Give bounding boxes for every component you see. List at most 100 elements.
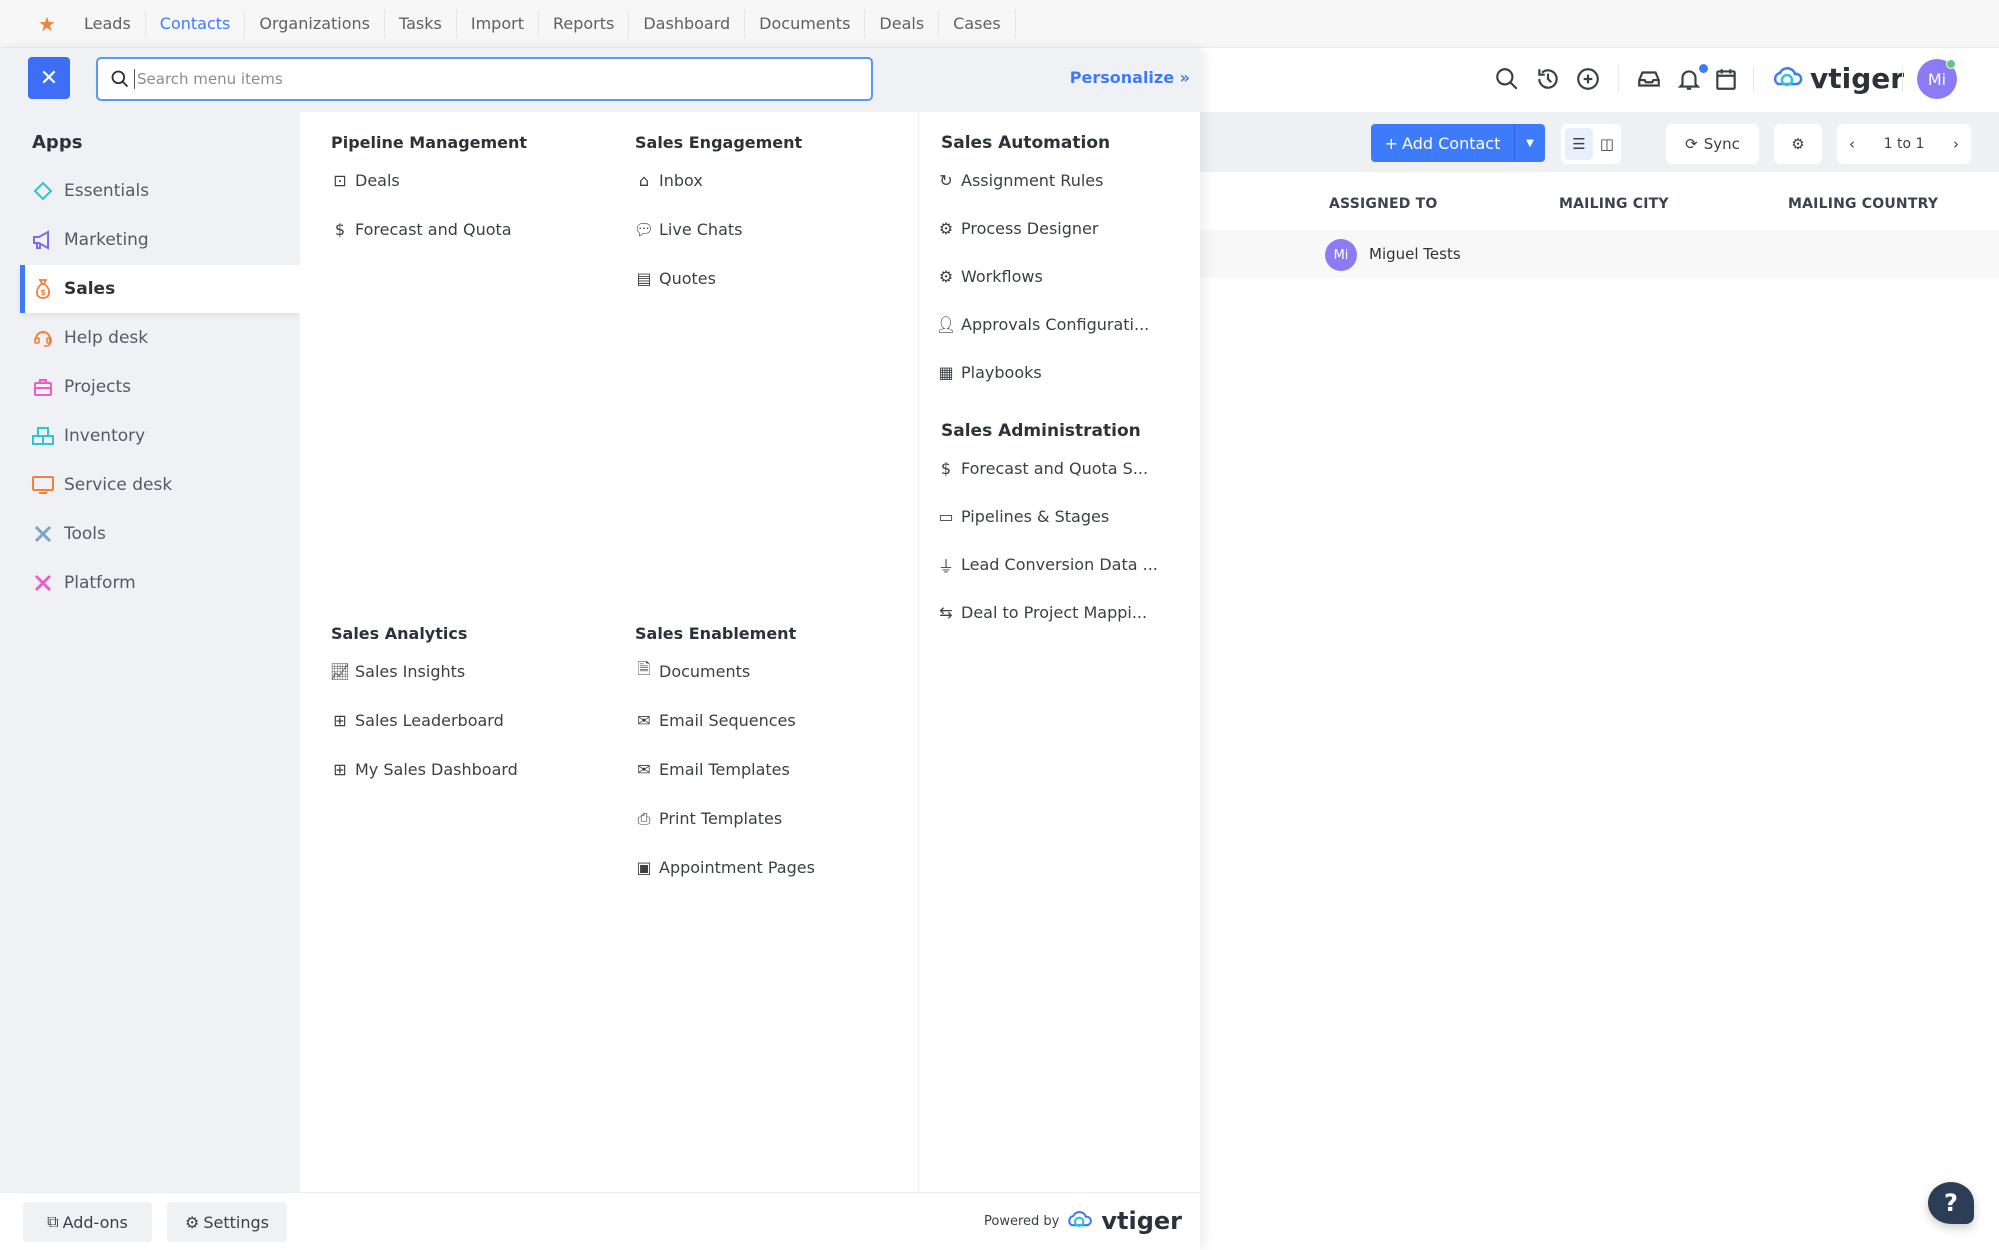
menu-item-sales-insights[interactable]: 📈︎ Sales Insights bbox=[330, 662, 465, 681]
cloud-logo-icon bbox=[1068, 1211, 1093, 1228]
tab-leads[interactable]: Leads bbox=[70, 9, 146, 38]
menu-item-live-chats[interactable]: 💬︎ Live Chats bbox=[634, 220, 743, 239]
tab-cases[interactable]: Cases bbox=[939, 9, 1016, 38]
tab-import[interactable]: Import bbox=[457, 9, 539, 38]
help-button[interactable]: ? bbox=[1928, 1182, 1974, 1224]
menu-item-forecast-and-quota[interactable]: $ Forecast and Quota bbox=[331, 220, 512, 239]
menu-item-label: Approvals Configurati... bbox=[961, 315, 1150, 334]
sync-icon: ⟳ bbox=[1685, 135, 1698, 153]
add-contact-button[interactable]: + Add Contact ▼ bbox=[1371, 124, 1545, 162]
menu-item-label: Print Templates bbox=[659, 809, 783, 828]
menu-item-workflows[interactable]: ⚙ Workflows bbox=[937, 267, 1043, 286]
menu-item-documents[interactable]: 🗎︎ Documents bbox=[635, 659, 751, 681]
add-ons-button[interactable]: ⧉ Add-ons bbox=[23, 1202, 152, 1242]
megaphone-icon bbox=[32, 229, 54, 251]
sidebar-item-projects[interactable]: Projects bbox=[20, 363, 300, 411]
sidebar-item-tools[interactable]: Tools bbox=[20, 510, 300, 558]
menu-search-input[interactable] bbox=[134, 69, 871, 89]
menu-item-label: Email Templates bbox=[659, 760, 790, 779]
section-title-pipeline-management: Pipeline Management bbox=[331, 133, 528, 152]
tab-contacts[interactable]: Contacts bbox=[146, 9, 246, 38]
menu-item-quotes[interactable]: ▤ Quotes bbox=[635, 269, 716, 288]
menu-item-lead-conversion-data[interactable]: ⏚ Lead Conversion Data ... bbox=[937, 555, 1158, 576]
apps-sidebar: Apps Essentials Marketing $ Sales Help d… bbox=[0, 112, 300, 1192]
sync-button[interactable]: ⟳ Sync bbox=[1666, 124, 1759, 164]
apps-menu-overlay: ✕ Personalize » Apps Essentials Marketin… bbox=[0, 48, 1200, 1250]
menu-item-sales-leaderboard[interactable]: ⊞ Sales Leaderboard bbox=[331, 711, 503, 730]
column-header-assigned-to[interactable]: ASSIGNED TO bbox=[1329, 196, 1438, 212]
sidebar-item-platform[interactable]: Platform bbox=[20, 559, 300, 607]
add-options-dropdown[interactable]: ▼ bbox=[1515, 138, 1545, 149]
tab-deals[interactable]: Deals bbox=[865, 9, 940, 38]
tab-documents[interactable]: Documents bbox=[745, 9, 866, 38]
personalize-label: Personalize bbox=[1069, 68, 1175, 87]
forecast-icon: $ bbox=[940, 459, 952, 478]
menu-item-process-designer[interactable]: ⚙ Process Designer bbox=[937, 219, 1099, 238]
settings-button[interactable]: ⚙ Settings bbox=[167, 1202, 287, 1242]
sidebar-item-label: Projects bbox=[64, 377, 132, 397]
menu-item-my-sales-dashboard[interactable]: ⊞ My Sales Dashboard bbox=[331, 760, 518, 779]
email-sequence-icon: ✉ bbox=[637, 711, 651, 730]
tab-dashboard[interactable]: Dashboard bbox=[629, 9, 746, 38]
sidebar-item-label: Platform bbox=[64, 573, 136, 593]
menu-item-label: Email Sequences bbox=[659, 711, 796, 730]
sidebar-item-label: Sales bbox=[64, 279, 116, 299]
gears-icon: ⚙ bbox=[1791, 135, 1805, 153]
apps-title: Apps bbox=[32, 132, 83, 153]
settings-gears-button[interactable]: ⚙ bbox=[1774, 124, 1822, 164]
gear-icon: ⚙ bbox=[185, 1212, 200, 1232]
menu-item-deals[interactable]: ⊡ Deals bbox=[331, 171, 399, 190]
sidebar-item-sales[interactable]: $ Sales bbox=[20, 265, 300, 313]
deal-bag-icon: ⊡ bbox=[333, 171, 347, 190]
kanban-view-icon[interactable]: ◫ bbox=[1593, 128, 1621, 160]
sidebar-item-service-desk[interactable]: Service desk bbox=[20, 461, 300, 509]
bell-icon[interactable] bbox=[1676, 66, 1702, 92]
add-circle-icon[interactable] bbox=[1575, 66, 1601, 92]
menu-item-email-templates[interactable]: ✉ Email Templates bbox=[635, 760, 790, 779]
next-page-icon[interactable]: › bbox=[1953, 135, 1959, 153]
calendar-icon[interactable] bbox=[1713, 66, 1739, 92]
menu-item-appointment-pages[interactable]: ▣ Appointment Pages bbox=[635, 858, 814, 877]
cloud-logo-icon bbox=[1773, 66, 1803, 86]
assigned-to-cell[interactable]: Miguel Tests bbox=[1369, 245, 1461, 263]
menu-item-label: Documents bbox=[659, 662, 751, 681]
menu-item-assignment-rules[interactable]: ↻ Assignment Rules bbox=[937, 171, 1103, 190]
column-header-mailing-city[interactable]: MAILING CITY bbox=[1559, 196, 1669, 212]
calendar-icon: ▣ bbox=[636, 858, 652, 877]
star-icon[interactable]: ★ bbox=[38, 12, 62, 36]
sidebar-item-marketing[interactable]: Marketing bbox=[20, 216, 300, 264]
footer-brand: vtiger bbox=[1101, 1207, 1182, 1235]
view-toggle: ☰ ◫ bbox=[1561, 124, 1621, 164]
tab-organizations[interactable]: Organizations bbox=[245, 9, 385, 38]
history-icon[interactable] bbox=[1535, 66, 1561, 92]
sidebar-item-inventory[interactable]: Inventory bbox=[20, 412, 300, 460]
menu-item-deal-to-project-mapping[interactable]: ⇆ Deal to Project Mappi... bbox=[937, 603, 1147, 622]
list-view-icon[interactable]: ☰ bbox=[1565, 128, 1593, 160]
tab-tasks[interactable]: Tasks bbox=[385, 9, 457, 38]
menu-item-forecast-quota-settings[interactable]: $ Forecast and Quota S... bbox=[937, 459, 1148, 478]
sidebar-item-help-desk[interactable]: Help desk bbox=[20, 314, 300, 362]
menu-item-label: Workflows bbox=[961, 267, 1043, 286]
sidebar-item-essentials[interactable]: Essentials bbox=[20, 167, 300, 215]
tab-reports[interactable]: Reports bbox=[539, 9, 630, 38]
mapping-icon: ⇆ bbox=[939, 603, 953, 622]
section-title-sales-enablement: Sales Enablement bbox=[635, 624, 797, 643]
column-header-mailing-country[interactable]: MAILING COUNTRY bbox=[1788, 196, 1938, 212]
sidebar-item-label: Service desk bbox=[64, 475, 173, 495]
menu-item-print-templates[interactable]: ⎙ Print Templates bbox=[635, 809, 783, 829]
menu-item-approvals-configuration[interactable]: 👤︎ Approvals Configurati... bbox=[936, 315, 1150, 334]
close-menu-button[interactable]: ✕ bbox=[28, 57, 70, 99]
search-icon[interactable] bbox=[1494, 66, 1520, 92]
menu-item-inbox[interactable]: ⌂ Inbox bbox=[635, 171, 703, 190]
menu-item-label: Deal to Project Mappi... bbox=[961, 603, 1148, 622]
inbox-icon[interactable] bbox=[1636, 66, 1662, 92]
menu-item-playbooks[interactable]: ▦ Playbooks bbox=[937, 363, 1041, 382]
personalize-link[interactable]: Personalize » bbox=[1070, 68, 1190, 87]
menu-item-email-sequences[interactable]: ✉ Email Sequences bbox=[635, 711, 796, 730]
table-row[interactable] bbox=[1200, 230, 1999, 278]
vtiger-logo[interactable]: vtiger bbox=[1770, 62, 1904, 95]
prev-page-icon[interactable]: ‹ bbox=[1849, 135, 1855, 153]
menu-item-label: Inbox bbox=[659, 171, 703, 190]
menu-item-pipelines-stages[interactable]: ▭ Pipelines & Stages bbox=[937, 507, 1109, 526]
money-bag-icon: $ bbox=[32, 278, 54, 300]
